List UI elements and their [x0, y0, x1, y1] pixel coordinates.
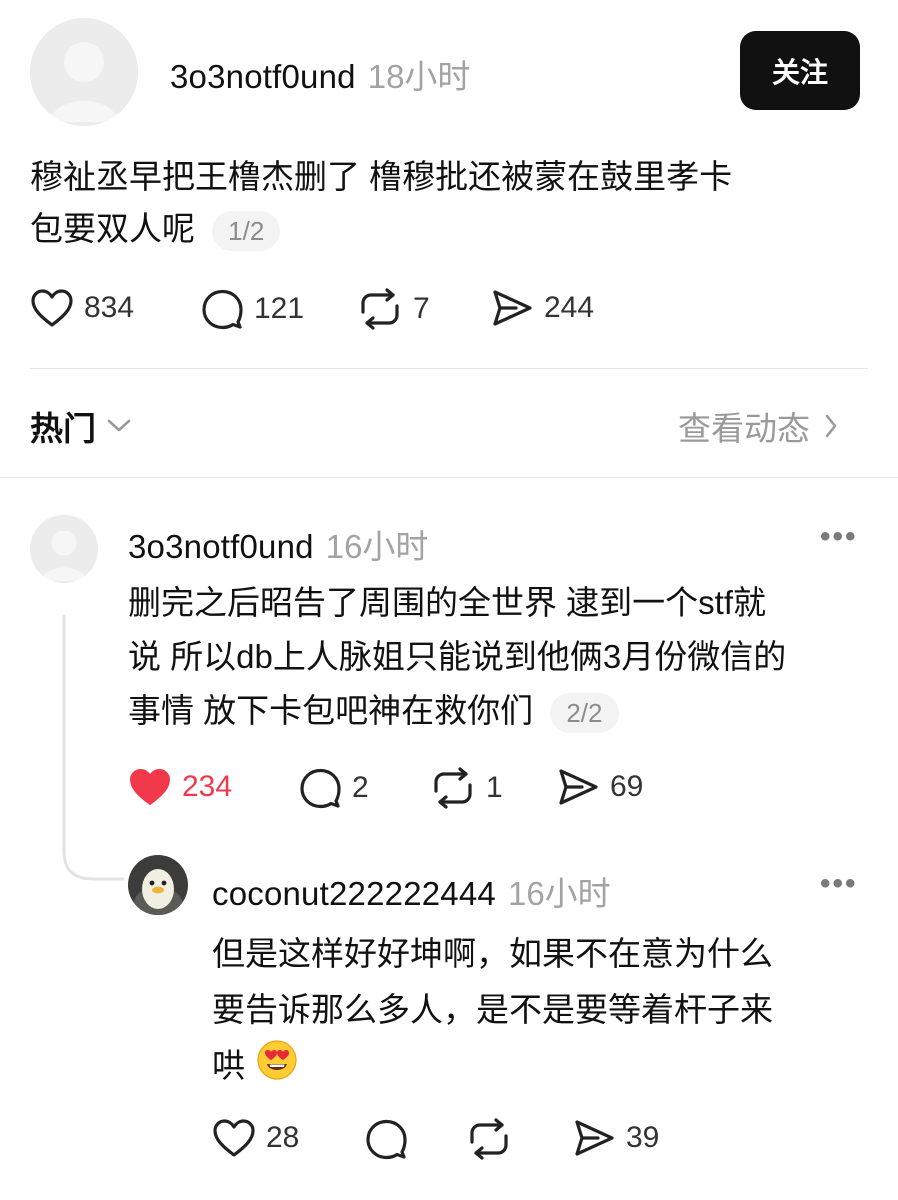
reply-share-button[interactable]: 69 — [556, 767, 643, 807]
more-icon[interactable]: ••• — [820, 520, 858, 554]
view-activity-link[interactable]: 查看动态 — [678, 402, 838, 450]
post-share-button[interactable]: 244 — [490, 288, 594, 328]
share-icon — [493, 290, 532, 326]
post-comment-button[interactable]: 121 — [200, 288, 304, 330]
repost-icon — [470, 1118, 508, 1160]
reply2-time: 16小时 — [507, 875, 611, 912]
reply-repost-count: 1 — [486, 771, 503, 804]
reply2-text-line-3: 哄 — [212, 1047, 245, 1084]
reply2-header: coconut222222444 16小时 — [212, 867, 611, 915]
reply2-share-count: 39 — [626, 1121, 660, 1154]
reply2-comment-button[interactable] — [364, 1118, 418, 1160]
post-text: 穆祉丞早把王橹杰删了 橹穆批还被蒙在鼓里孝卡 包要双人呢 1/2 — [30, 154, 870, 252]
post-share-count: 244 — [544, 291, 595, 324]
follow-button[interactable]: 关注 — [740, 31, 860, 110]
more-icon[interactable]: ••• — [820, 867, 858, 901]
post-comment-count: 121 — [254, 292, 305, 325]
post-text-line: 包要双人呢 1/2 — [30, 206, 870, 252]
heart-icon — [213, 1119, 255, 1157]
reply-text-line: 事情 放下卡包吧神在救你们 2/2 — [128, 684, 878, 738]
post-like-count: 834 — [84, 291, 135, 324]
share-icon — [575, 1120, 614, 1156]
reply2-username[interactable]: coconut222222444 — [212, 875, 496, 913]
reply-repost-button[interactable]: 1 — [430, 767, 503, 809]
reply2-avatar[interactable] — [128, 855, 188, 915]
reply-pager: 2/2 — [550, 693, 619, 734]
heart-eyes-emoji — [256, 1039, 298, 1098]
post-avatar[interactable] — [30, 18, 138, 126]
reply2-share-button[interactable]: 39 — [572, 1118, 659, 1158]
post-text-line-2: 包要双人呢 — [30, 210, 195, 247]
chevron-down-icon — [107, 419, 131, 432]
comment-icon — [202, 289, 243, 330]
reply2-text-line: 要告诉那么多人，是不是要等着杆子来 — [212, 991, 773, 1028]
post-repost-button[interactable]: 7 — [357, 288, 430, 330]
reply-time: 16小时 — [325, 528, 429, 565]
reply2-like-button[interactable]: 28 — [212, 1118, 299, 1158]
reply-share-count: 69 — [610, 770, 644, 803]
reply-text-line: 说 所以db上人脉姐只能说到他俩3月份微信的 — [128, 638, 787, 675]
reply2-text-line: 但是这样好好坤啊，如果不在意为什么 — [212, 935, 773, 972]
reply-text-line: 删完之后昭告了周围的全世界 逮到一个stf就 — [128, 584, 767, 621]
post-username[interactable]: 3o3notf0und — [170, 58, 356, 96]
reply2-text-line: 哄 — [212, 1038, 872, 1098]
heart-icon — [31, 289, 73, 327]
reply-username[interactable]: 3o3notf0und — [128, 528, 314, 566]
reply-header: 3o3notf0und 16小时 — [128, 520, 428, 568]
reply-text-line-3: 事情 放下卡包吧神在救你们 — [128, 692, 534, 729]
reply-like-button[interactable]: 234 — [128, 767, 232, 807]
post-pager: 1/2 — [212, 211, 281, 252]
reply-avatar[interactable] — [30, 515, 98, 583]
heart-icon — [130, 769, 170, 805]
comment-icon — [300, 768, 341, 809]
thread-line — [62, 615, 124, 881]
reply2-repost-button[interactable] — [466, 1118, 522, 1160]
share-icon — [559, 769, 598, 805]
chevron-right-icon — [825, 414, 837, 438]
section-divider — [0, 477, 898, 478]
comment-icon — [366, 1119, 407, 1160]
post-text-line: 穆祉丞早把王橹杰删了 橹穆批还被蒙在鼓里孝卡 — [30, 158, 733, 195]
reply-comment-count: 2 — [352, 771, 369, 804]
reply-text: 删完之后昭告了周围的全世界 逮到一个stf就 说 所以db上人脉姐只能说到他俩3… — [128, 576, 878, 738]
repost-icon — [361, 288, 399, 330]
repost-icon — [434, 767, 472, 809]
post-header: 3o3notf0und 18小时 — [170, 50, 470, 98]
view-activity-label: 查看动态 — [678, 410, 810, 447]
follow-button-label: 关注 — [771, 56, 828, 88]
post-like-button[interactable]: 834 — [30, 288, 134, 328]
reply2-like-count: 28 — [266, 1121, 300, 1154]
reply2-text: 但是这样好好坤啊，如果不在意为什么 要告诉那么多人，是不是要等着杆子来 哄 — [212, 926, 872, 1098]
sort-dropdown[interactable]: 热门 — [30, 402, 132, 450]
divider — [30, 368, 868, 369]
reply-like-count: 234 — [182, 770, 233, 803]
post-time: 18小时 — [367, 58, 471, 95]
reply-comment-button[interactable]: 2 — [298, 767, 369, 809]
post-repost-count: 7 — [413, 292, 430, 325]
sort-label: 热门 — [30, 410, 96, 447]
